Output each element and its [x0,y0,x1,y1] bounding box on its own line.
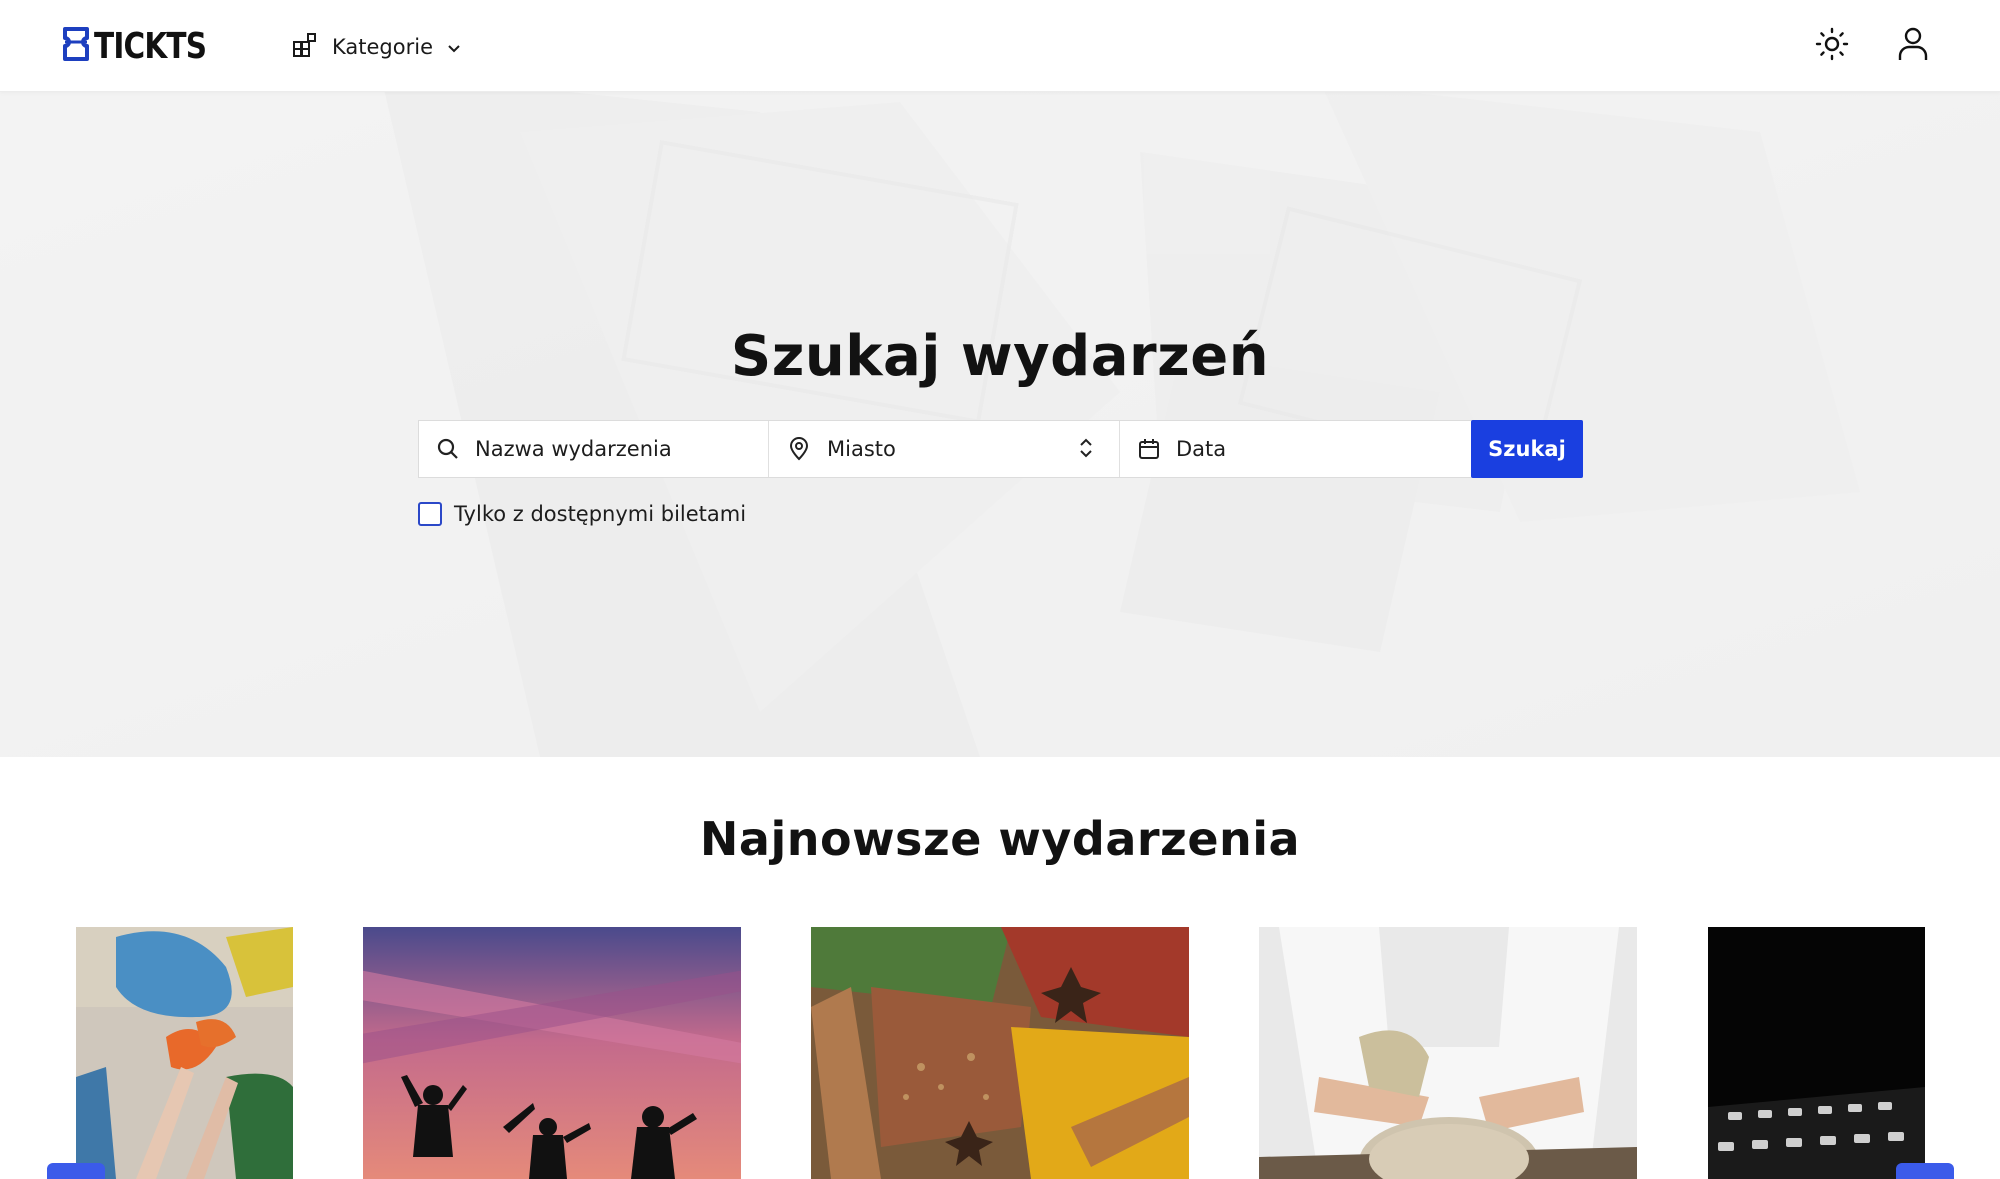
latest-events-title: Najnowsze wydarzenia [699,812,1301,866]
search-button[interactable]: Szukaj [1471,420,1583,478]
calendar-icon [1138,437,1160,461]
party-sunset-image [363,927,741,1179]
chevron-down-icon [447,35,461,59]
spices-image [811,927,1189,1179]
search-icon [437,437,459,461]
event-name-input[interactable] [475,437,768,461]
event-name-field[interactable] [419,421,769,477]
carousel-prev-button[interactable] [47,1163,105,1179]
up-down-chevron-icon [1079,437,1093,464]
available-tickets-checkbox[interactable] [418,502,442,526]
music-mixer-image [1708,927,1925,1179]
logo-link[interactable]: TICKTS [62,24,231,68]
ticket-icon [62,26,90,66]
event-card-party[interactable] [363,927,741,1179]
sun-icon [1815,27,1849,65]
logo-text: TICKTS [94,25,207,67]
event-card-music[interactable] [1708,927,1925,1179]
hero-title: Szukaj wydarzeń [730,324,1270,389]
categories-label: Kategorie [332,35,433,59]
hero-section: Szukaj wydarzeń Miasto Szukaj Tylk [0,92,2000,757]
map-pin-icon [787,437,811,461]
event-card-baking[interactable] [1259,927,1637,1179]
event-card-spices[interactable] [811,927,1189,1179]
date-field[interactable] [1120,421,1471,477]
account-button[interactable] [1893,26,1933,66]
baking-image [1259,927,1637,1179]
city-select-value: Miasto [827,437,896,461]
search-form: Miasto Szukaj [418,420,1583,478]
date-input[interactable] [1176,437,1471,461]
available-tickets-label: Tylko z dostępnymi biletami [454,502,747,526]
grid-icon [292,32,318,63]
user-icon [1898,27,1928,65]
city-select[interactable]: Miasto [769,421,1120,477]
theme-toggle-button[interactable] [1812,26,1852,66]
event-card-climbing[interactable] [76,927,293,1179]
top-nav: TICKTS Kategorie [0,0,2000,92]
available-tickets-filter[interactable]: Tylko z dostępnymi biletami [418,502,746,526]
carousel-next-button[interactable] [1896,1163,1954,1179]
categories-menu[interactable]: Kategorie [292,30,461,64]
climbing-image [76,927,293,1179]
